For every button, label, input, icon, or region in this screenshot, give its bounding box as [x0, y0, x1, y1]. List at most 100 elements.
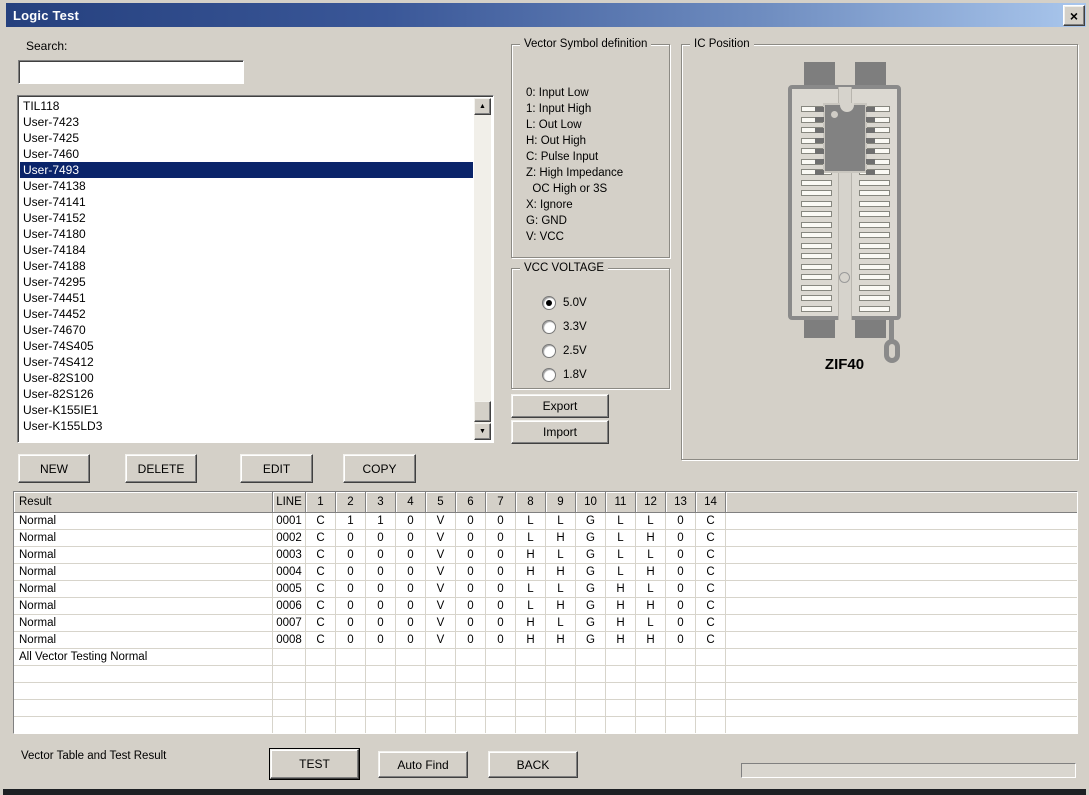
column-header[interactable]: LINE	[273, 492, 306, 513]
close-button[interactable]: ×	[1063, 5, 1085, 26]
filler-cell	[726, 717, 1077, 734]
column-header[interactable]: 11	[606, 492, 636, 513]
column-header[interactable]: 14	[696, 492, 726, 513]
vector-cell	[306, 683, 336, 700]
column-header[interactable]: 9	[546, 492, 576, 513]
table-row[interactable]: Normal0001C110V00LLGLL0C	[14, 513, 1077, 530]
list-item[interactable]: User-74138	[20, 178, 473, 194]
table-row-empty[interactable]	[14, 683, 1077, 700]
new-button[interactable]: NEW	[18, 454, 90, 483]
list-item[interactable]: User-74141	[20, 194, 473, 210]
auto-find-button[interactable]: Auto Find	[378, 751, 468, 778]
radio-icon[interactable]	[542, 368, 556, 382]
list-item[interactable]: User-82S100	[20, 370, 473, 386]
table-row-empty[interactable]	[14, 666, 1077, 683]
vector-cell: 0	[366, 598, 396, 615]
vector-cell	[426, 683, 456, 700]
column-header[interactable]: 10	[576, 492, 606, 513]
socket-label: ZIF40	[788, 356, 901, 373]
vector-cell	[666, 666, 696, 683]
import-button[interactable]: Import	[511, 420, 609, 444]
vcc-option[interactable]: 3.3V	[542, 319, 587, 335]
vector-cell	[396, 683, 426, 700]
table-row-empty[interactable]	[14, 717, 1077, 734]
list-item[interactable]: User-74452	[20, 306, 473, 322]
list-item[interactable]: User-74670	[20, 322, 473, 338]
list-item[interactable]: User-74S412	[20, 354, 473, 370]
list-item[interactable]: User-K155LD3	[20, 418, 473, 434]
list-scrollbar[interactable]: ▲ ▼	[474, 98, 491, 440]
copy-button[interactable]: COPY	[343, 454, 416, 483]
vcc-option[interactable]: 2.5V	[542, 343, 587, 359]
list-item[interactable]: TIL118	[20, 98, 473, 114]
list-item[interactable]: User-7425	[20, 130, 473, 146]
vector-cell	[366, 666, 396, 683]
vector-cell: 0	[666, 513, 696, 530]
result-cell: All Vector Testing Normal	[14, 649, 273, 666]
progress-bar	[741, 763, 1076, 778]
ic-listbox[interactable]: TIL118User-7423User-7425User-7460User-74…	[17, 95, 494, 443]
column-header[interactable]: 1	[306, 492, 336, 513]
scroll-down-button[interactable]: ▼	[474, 423, 491, 440]
scroll-up-button[interactable]: ▲	[474, 98, 491, 115]
vcc-option[interactable]: 5.0V	[542, 295, 587, 311]
column-header[interactable]: 3	[366, 492, 396, 513]
filler-cell	[726, 683, 1077, 700]
column-header[interactable]: Result	[14, 492, 273, 513]
table-row[interactable]: Normal0008C000V00HHGHH0C	[14, 632, 1077, 649]
column-header[interactable]: 6	[456, 492, 486, 513]
table-row[interactable]: Normal0005C000V00LLGHL0C	[14, 581, 1077, 598]
auto-find-button-label: Auto Find	[397, 758, 448, 772]
vector-cell: G	[576, 530, 606, 547]
list-item[interactable]: User-K155IE1	[20, 402, 473, 418]
list-item[interactable]: User-74188	[20, 258, 473, 274]
list-item[interactable]: User-74S405	[20, 338, 473, 354]
table-row[interactable]: Normal0006C000V00LHGHH0C	[14, 598, 1077, 615]
title-bar[interactable]: Logic Test ×	[6, 3, 1089, 27]
scrollbar-thumb[interactable]	[474, 401, 491, 422]
list-item[interactable]: User-74451	[20, 290, 473, 306]
vector-cell: H	[636, 564, 666, 581]
column-header[interactable]: 8	[516, 492, 546, 513]
column-header[interactable]: 2	[336, 492, 366, 513]
table-row[interactable]: Normal0004C000V00HHGLH0C	[14, 564, 1077, 581]
list-item[interactable]: User-82S126	[20, 386, 473, 402]
back-button[interactable]: BACK	[488, 751, 578, 778]
radio-icon[interactable]	[542, 320, 556, 334]
table-row[interactable]: Normal0003C000V00HLGLL0C	[14, 547, 1077, 564]
vector-cell	[336, 700, 366, 717]
column-header[interactable]: 5	[426, 492, 456, 513]
list-item[interactable]: User-74295	[20, 274, 473, 290]
edit-button[interactable]: EDIT	[240, 454, 313, 483]
list-item[interactable]: User-74152	[20, 210, 473, 226]
vector-cell: H	[516, 632, 546, 649]
vector-cell: C	[696, 513, 726, 530]
list-item[interactable]: User-7493	[20, 162, 473, 178]
search-input[interactable]	[18, 60, 244, 84]
column-header[interactable]: 12	[636, 492, 666, 513]
list-item[interactable]: User-74180	[20, 226, 473, 242]
vector-cell	[636, 649, 666, 666]
radio-icon[interactable]	[542, 296, 556, 310]
list-item[interactable]: User-7423	[20, 114, 473, 130]
vcc-option[interactable]: 1.8V	[542, 367, 587, 383]
filler-cell	[726, 632, 1077, 649]
table-row[interactable]: Normal0007C000V00HLGHL0C	[14, 615, 1077, 632]
table-row-empty[interactable]	[14, 700, 1077, 717]
table-row-summary[interactable]: All Vector Testing Normal	[14, 649, 1077, 666]
column-header[interactable]: 4	[396, 492, 426, 513]
test-button[interactable]: TEST	[270, 749, 359, 779]
column-header[interactable]: 7	[486, 492, 516, 513]
list-item[interactable]: User-74184	[20, 242, 473, 258]
result-table[interactable]: ResultLINE1234567891011121314Normal0001C…	[13, 491, 1078, 734]
line-cell: 0003	[273, 547, 306, 564]
list-item[interactable]: User-7460	[20, 146, 473, 162]
delete-button[interactable]: DELETE	[125, 454, 197, 483]
radio-icon[interactable]	[542, 344, 556, 358]
export-button[interactable]: Export	[511, 394, 609, 418]
vector-cell: V	[426, 615, 456, 632]
filler-cell	[726, 598, 1077, 615]
vector-cell	[396, 717, 426, 734]
table-row[interactable]: Normal0002C000V00LHGLH0C	[14, 530, 1077, 547]
column-header[interactable]: 13	[666, 492, 696, 513]
